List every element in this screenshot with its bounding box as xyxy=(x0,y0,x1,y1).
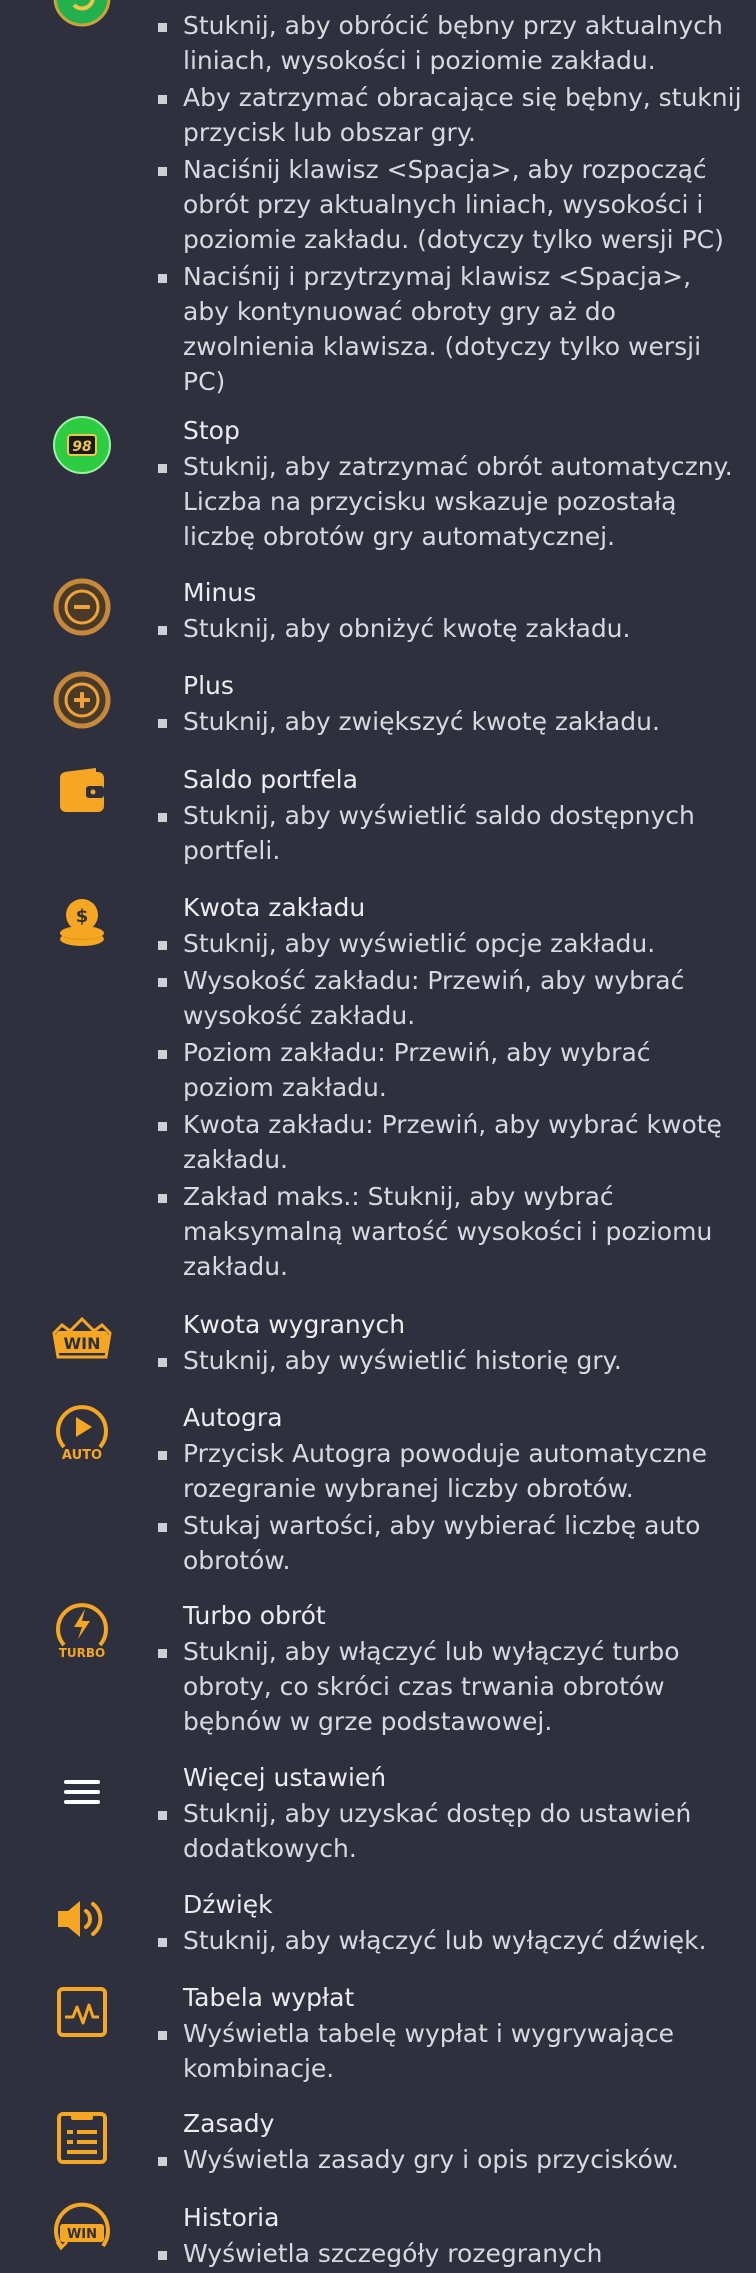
help-button-list: Stuknij, aby obrócić bębny przy aktualny… xyxy=(0,0,756,2271)
paytable-icon xyxy=(50,1980,114,2044)
help-bullet: Stuknij, aby zwiększyć kwotę zakładu. xyxy=(158,704,743,739)
help-bullet: Stuknij, aby obniżyć kwotę zakładu. xyxy=(158,611,743,646)
help-bullet: Aby zatrzymać obracające się bębny, stuk… xyxy=(158,80,743,150)
help-bullet: Wyświetla szczegóły rozegranych xyxy=(158,2236,743,2271)
help-row-title: Tabela wypłat xyxy=(183,1983,355,2012)
help-row-title: Dźwięk xyxy=(183,1890,273,1919)
help-bullet: Poziom zakładu: Przewiń, aby wybrać pozi… xyxy=(158,1035,743,1105)
help-bullet: Wyświetla tabelę wypłat i wygrywające ko… xyxy=(158,2016,743,2086)
help-row-title: Minus xyxy=(183,578,257,607)
turbo-icon: TURBO xyxy=(50,1598,114,1662)
help-bullet: Wysokość zakładu: Przewiń, aby wybrać wy… xyxy=(158,963,743,1033)
help-bullet: Stukaj wartości, aby wybierać liczbę aut… xyxy=(158,1508,743,1578)
help-bullet: Stuknij, aby wyświetlić historię gry. xyxy=(158,1343,743,1378)
minus-icon xyxy=(50,575,114,639)
menu-icon xyxy=(50,1760,114,1824)
help-bullet: Kwota zakładu: Przewiń, aby wybrać kwotę… xyxy=(158,1107,743,1177)
help-bullet: Stuknij, aby włączyć lub wyłączyć turbo … xyxy=(158,1634,743,1739)
spin-icon xyxy=(50,0,114,30)
help-row-title: Kwota wygranych xyxy=(183,1310,406,1339)
help-bullet: Stuknij, aby wyświetlić saldo dostępnych… xyxy=(158,798,743,868)
autoplay-icon-label: AUTO xyxy=(62,1448,102,1463)
stop-autoplay-icon: 98 xyxy=(50,413,114,477)
help-bullet: Wyświetla zasady gry i opis przycisków. xyxy=(158,2142,743,2177)
wallet-icon xyxy=(50,758,114,822)
help-row-title: Saldo portfela xyxy=(183,765,358,794)
win-icon-label: WIN xyxy=(64,1334,101,1353)
help-row-title: Więcej ustawień xyxy=(183,1763,387,1792)
help-row-title: Autogra xyxy=(183,1403,283,1432)
help-bullet: Stuknij, aby uzyskać dostęp do ustawień … xyxy=(158,1796,743,1866)
plus-icon xyxy=(50,668,114,732)
rules-icon xyxy=(50,2106,114,2170)
help-bullet: Naciśnij i przytrzymaj klawisz <Spacja>,… xyxy=(158,259,743,399)
turbo-icon-label: TURBO xyxy=(59,1646,106,1660)
help-row-title: Zasady xyxy=(183,2109,275,2138)
help-bullet: Stuknij, aby obrócić bębny przy aktualny… xyxy=(158,8,743,78)
help-row-title: Stop xyxy=(183,416,240,445)
help-row-title: Kwota zakładu xyxy=(183,893,366,922)
sound-icon xyxy=(50,1887,114,1951)
help-bullet: Stuknij, aby wyświetlić opcje zakładu. xyxy=(158,926,743,961)
help-row-title: Turbo obrót xyxy=(183,1601,326,1630)
help-bullet: Przycisk Autogra powoduje automatyczne r… xyxy=(158,1436,743,1506)
help-row-title: Plus xyxy=(183,671,234,700)
help-bullet: Zakład maks.: Stuknij, aby wybrać maksym… xyxy=(158,1179,743,1284)
help-bullet: Naciśnij klawisz <Spacja>, aby rozpocząć… xyxy=(158,152,743,257)
svg-text:$: $ xyxy=(76,906,89,927)
coins-icon: $ xyxy=(50,890,114,954)
history-icon-label: WIN xyxy=(67,2227,97,2242)
help-row-title: Historia xyxy=(183,2203,280,2232)
win-icon: WIN xyxy=(50,1307,114,1371)
stop-counter: 98 xyxy=(72,439,92,455)
help-bullet: Stuknij, aby zatrzymać obrót automatyczn… xyxy=(158,449,743,554)
help-bullet: Stuknij, aby włączyć lub wyłączyć dźwięk… xyxy=(158,1923,743,1958)
autoplay-icon: AUTO xyxy=(50,1400,114,1464)
history-icon: WIN xyxy=(50,2200,114,2264)
